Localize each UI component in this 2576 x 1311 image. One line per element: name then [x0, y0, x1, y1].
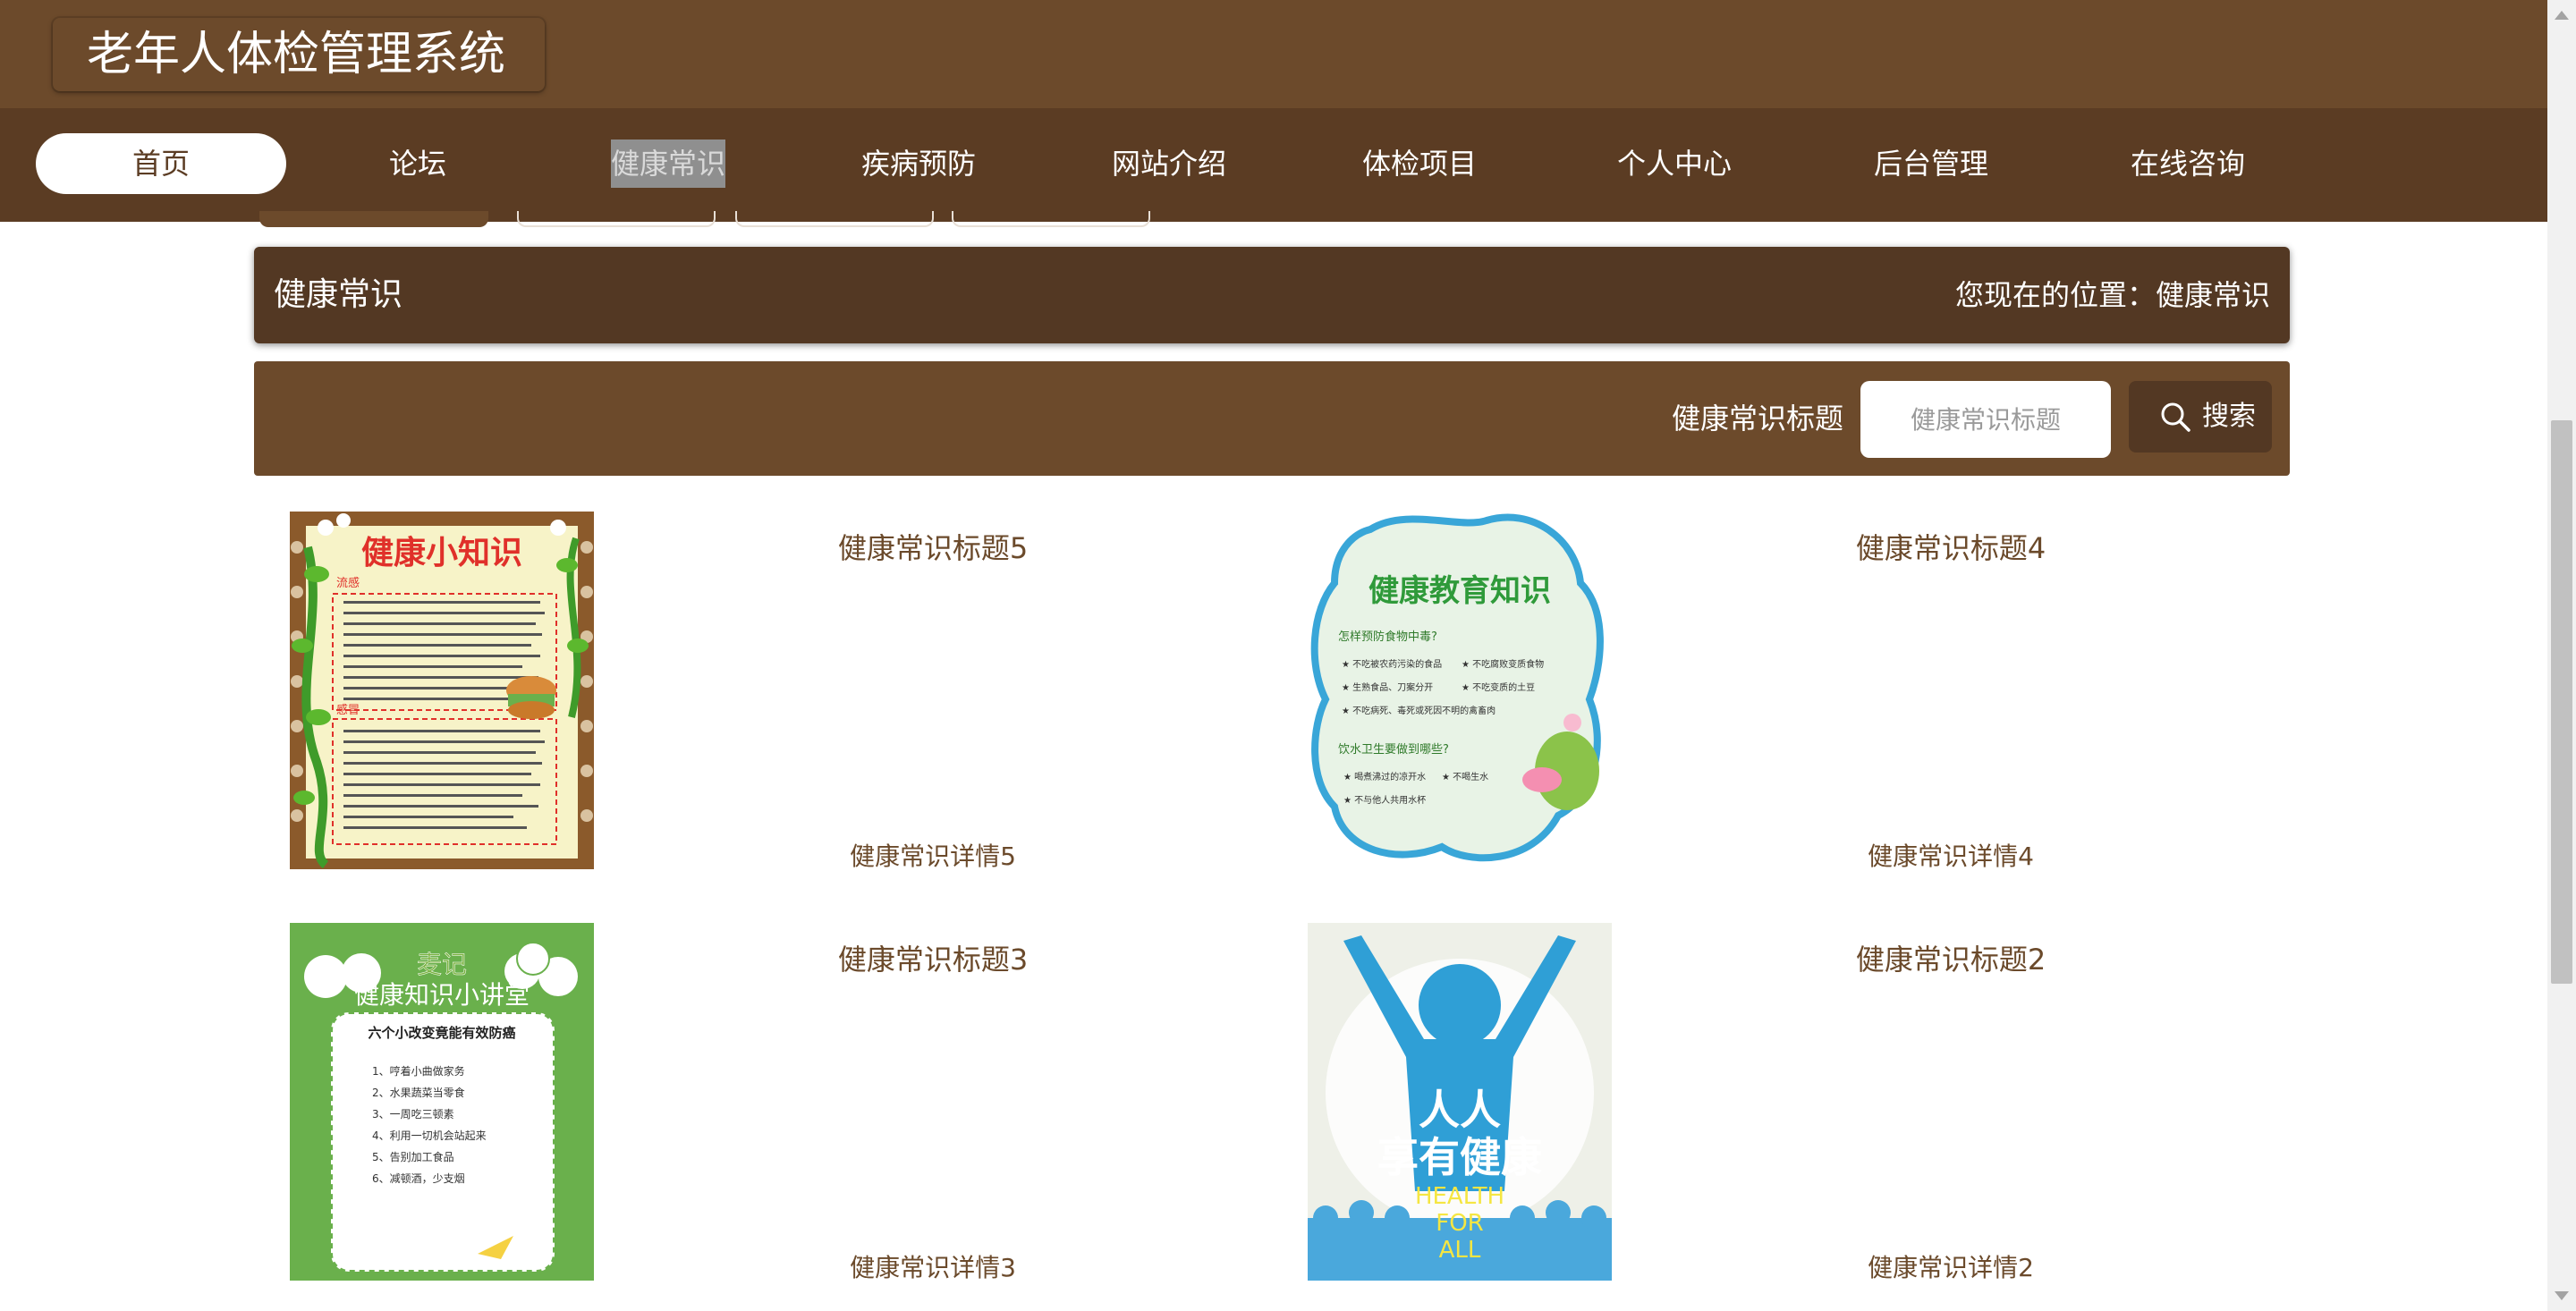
nav-item-exam-items[interactable]: 体检项目: [1294, 133, 1545, 194]
list-item[interactable]: 健康小知识 流感 感冒 健康常识标题5 健康常识详情5: [254, 512, 1272, 876]
nav-item-label: 后台管理: [1873, 147, 1988, 181]
scrollbar-thumb[interactable]: [2551, 420, 2572, 984]
card-title[interactable]: 健康常识标题3: [594, 937, 1272, 978]
nav-item-admin[interactable]: 后台管理: [1806, 133, 2056, 194]
svg-text:6、减顿酒，少支烟: 6、减顿酒，少支烟: [372, 1172, 465, 1185]
svg-text:健康小知识: 健康小知识: [361, 534, 522, 571]
nav-item-label: 论坛: [388, 147, 446, 181]
nav-item-disease-prevention[interactable]: 疾病预防: [793, 133, 1044, 194]
svg-text:★ 生熟食品、刀案分开: ★ 生熟食品、刀案分开: [1342, 681, 1433, 693]
svg-text:健康知识小讲堂: 健康知识小讲堂: [354, 980, 530, 1010]
main-nav: 首页 论坛 健康常识 疾病预防 网站介绍 体检项目 个人中心 后台管理 在线咨询: [0, 108, 2547, 222]
hidden-tab[interactable]: [517, 211, 716, 227]
svg-text:4、利用一切机会站起来: 4、利用一切机会站起来: [372, 1129, 487, 1142]
svg-text:ALL: ALL: [1439, 1237, 1481, 1264]
svg-text:2、水果蔬菜当零食: 2、水果蔬菜当零食: [372, 1086, 465, 1099]
svg-text:★ 喝煮沸过的凉开水: ★ 喝煮沸过的凉开水: [1343, 771, 1426, 782]
svg-text:5、告别加工食品: 5、告别加工食品: [372, 1150, 454, 1163]
svg-text:饮水卫生要做到哪些?: 饮水卫生要做到哪些?: [1338, 743, 1449, 757]
hidden-tab[interactable]: [735, 211, 934, 227]
search-input[interactable]: [1860, 381, 2111, 458]
svg-text:1、哼着小曲做家务: 1、哼着小曲做家务: [372, 1064, 465, 1078]
hidden-tab[interactable]: [259, 211, 488, 227]
hidden-tab[interactable]: [952, 211, 1150, 227]
svg-text:★ 不吃病死、毒死或死因不明的禽畜肉: ★ 不吃病死、毒死或死因不明的禽畜肉: [1342, 705, 1496, 716]
svg-text:★ 不吃变质的土豆: ★ 不吃变质的土豆: [1462, 681, 1535, 693]
nav-item-forum[interactable]: 论坛: [292, 133, 543, 194]
nav-item-label: 在线咨询: [2130, 147, 2245, 181]
nav-item-home[interactable]: 首页: [36, 133, 286, 194]
nav-item-label: 首页: [131, 147, 190, 181]
svg-text:3、一周吃三顿素: 3、一周吃三顿素: [372, 1108, 454, 1121]
card-title[interactable]: 健康常识标题4: [1612, 526, 2290, 567]
nav-item-health-tips[interactable]: 健康常识: [543, 133, 793, 194]
nav-item-label: 健康常识: [610, 140, 725, 188]
card-detail: 健康常识详情3: [850, 1253, 1016, 1282]
card-image[interactable]: 健康教育知识 怎样预防食物中毒? ★ 不吃被农药污染的食品 ★ 不吃腐败变质食物…: [1308, 512, 1612, 869]
scroll-up-arrow-icon[interactable]: [2555, 11, 2569, 20]
site-header: 老年人体检管理系统: [0, 0, 2547, 108]
card-title[interactable]: 健康常识标题5: [594, 526, 1272, 567]
nav-item-label: 体检项目: [1361, 147, 1477, 181]
scrollbar[interactable]: [2547, 0, 2576, 1311]
svg-text:★ 不喝生水: ★ 不喝生水: [1442, 771, 1488, 782]
nav-item-label: 个人中心: [1616, 147, 1732, 181]
nav-item-label: 网站介绍: [1111, 147, 1226, 181]
search-bar: 健康常识标题 搜索: [254, 361, 2290, 476]
breadcrumb-bar: 健康常识 您现在的位置：健康常识: [254, 247, 2290, 343]
card-image[interactable]: 人人 享有健康 HEALTH FOR ALL: [1308, 923, 1612, 1281]
svg-text:★ 不吃腐败变质食物: ★ 不吃腐败变质食物: [1462, 658, 1544, 670]
card-detail: 健康常识详情2: [1868, 1253, 2034, 1282]
card-image[interactable]: 健康小知识 流感 感冒: [290, 512, 594, 869]
svg-text:人人: 人人: [1419, 1086, 1501, 1134]
svg-text:★ 不吃被农药污染的食品: ★ 不吃被农药污染的食品: [1342, 658, 1442, 670]
scroll-down-arrow-icon[interactable]: [2555, 1291, 2569, 1300]
search-icon: [2161, 402, 2190, 432]
nav-item-site-intro[interactable]: 网站介绍: [1044, 133, 1294, 194]
search-button[interactable]: 搜索: [2129, 381, 2272, 453]
card-title[interactable]: 健康常识标题2: [1612, 937, 2290, 978]
card-detail: 健康常识详情4: [1868, 842, 2034, 871]
nav-item-online-consult[interactable]: 在线咨询: [2063, 133, 2313, 194]
site-title-box: 老年人体检管理系统: [53, 18, 545, 91]
search-label: 健康常识标题: [1672, 402, 1844, 436]
svg-text:麦记: 麦记: [417, 950, 467, 979]
svg-text:怎样预防食物中毒?: 怎样预防食物中毒?: [1338, 630, 1437, 644]
list-item[interactable]: 麦记 健康知识小讲堂 六个小改变竟能有效防癌 1、哼着小曲做家务 2、水果蔬菜当…: [254, 923, 1272, 1288]
svg-text:FOR: FOR: [1436, 1210, 1484, 1237]
svg-text:HEALTH: HEALTH: [1415, 1183, 1504, 1210]
nav-item-label: 疾病预防: [860, 147, 976, 181]
card-image[interactable]: 麦记 健康知识小讲堂 六个小改变竟能有效防癌 1、哼着小曲做家务 2、水果蔬菜当…: [290, 923, 594, 1281]
svg-text:★ 不与他人共用水杯: ★ 不与他人共用水杯: [1343, 794, 1426, 806]
card-detail: 健康常识详情5: [850, 842, 1016, 871]
list-item[interactable]: 健康教育知识 怎样预防食物中毒? ★ 不吃被农药污染的食品 ★ 不吃腐败变质食物…: [1272, 512, 2290, 876]
svg-text:流感: 流感: [336, 576, 360, 590]
list-item[interactable]: 人人 享有健康 HEALTH FOR ALL 健康常识标题2 健康常识详情2: [1272, 923, 2290, 1288]
svg-text:健康教育知识: 健康教育知识: [1368, 573, 1551, 609]
page-title: 健康常识: [274, 276, 403, 313]
nav-item-personal-center[interactable]: 个人中心: [1549, 133, 1800, 194]
site-title: 老年人体检管理系统: [87, 28, 506, 81]
svg-text:感冒: 感冒: [336, 703, 360, 717]
svg-text:六个小改变竟能有效防癌: 六个小改变竟能有效防癌: [368, 1025, 515, 1041]
search-button-label: 搜索: [2202, 401, 2256, 432]
svg-text:享有健康: 享有健康: [1377, 1133, 1542, 1181]
breadcrumb: 您现在的位置：健康常识: [1954, 278, 2270, 312]
